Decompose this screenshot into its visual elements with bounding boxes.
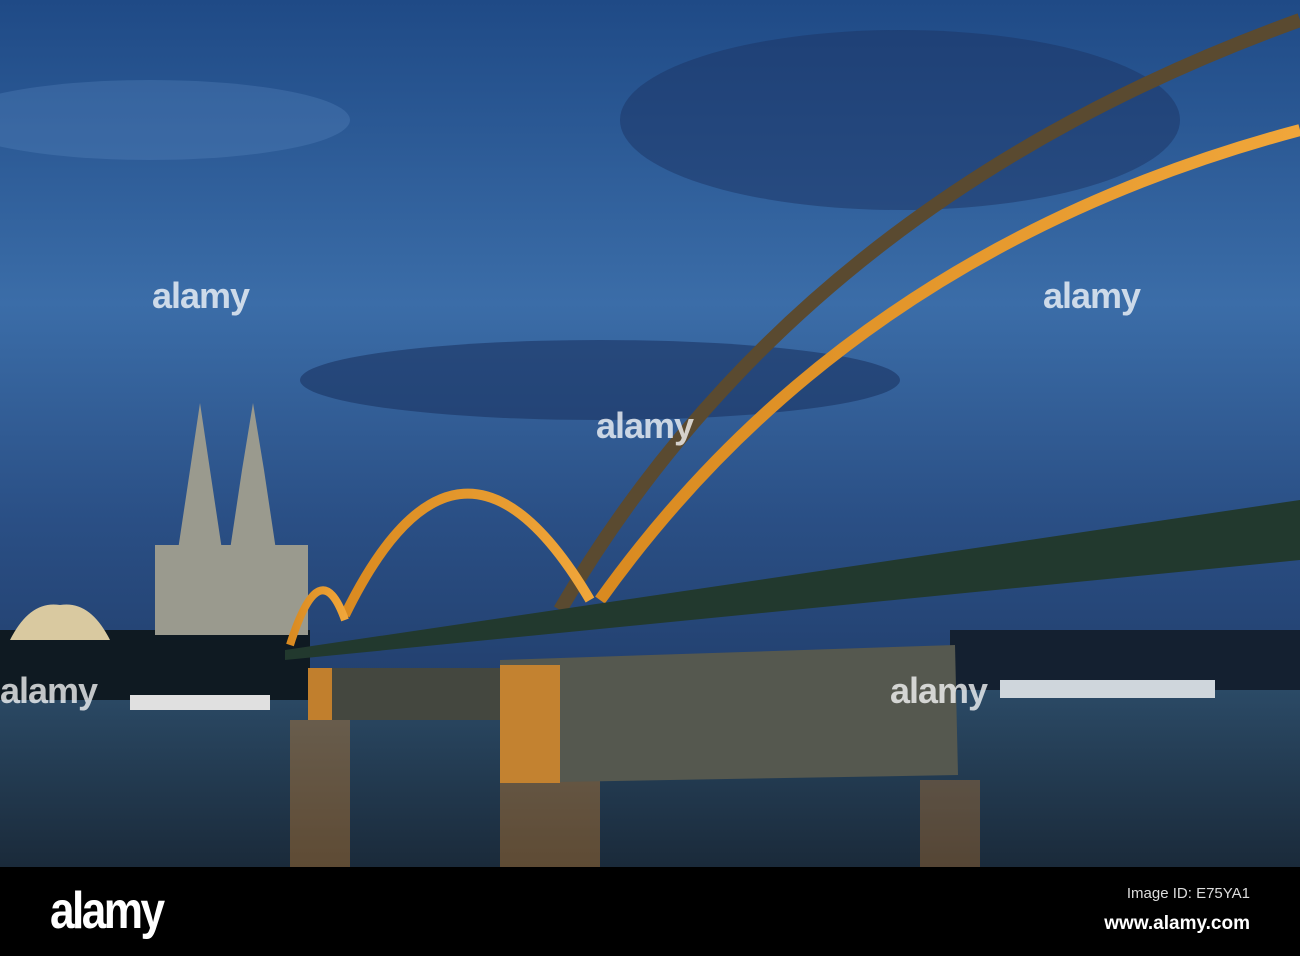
footer-bar: alamy Image ID: E75YA1 www.alamy.com — [0, 867, 1300, 956]
bridge-pier — [308, 668, 500, 720]
bridge-pier — [500, 645, 958, 783]
image-id: Image ID: E75YA1 — [1126, 885, 1250, 902]
watermark: alamy — [152, 275, 250, 316]
watermark: alamy — [596, 405, 694, 446]
stock-photo: alamy alamy alamy alamy alamy alamy Imag… — [0, 0, 1300, 956]
alamy-logo: alamy — [50, 882, 165, 940]
watermark: alamy — [890, 670, 988, 711]
website-link[interactable]: www.alamy.com — [1104, 913, 1250, 935]
ship — [1000, 680, 1215, 698]
watermark: alamy — [1043, 275, 1141, 316]
watermark: alamy — [0, 670, 98, 711]
ship — [130, 695, 270, 710]
